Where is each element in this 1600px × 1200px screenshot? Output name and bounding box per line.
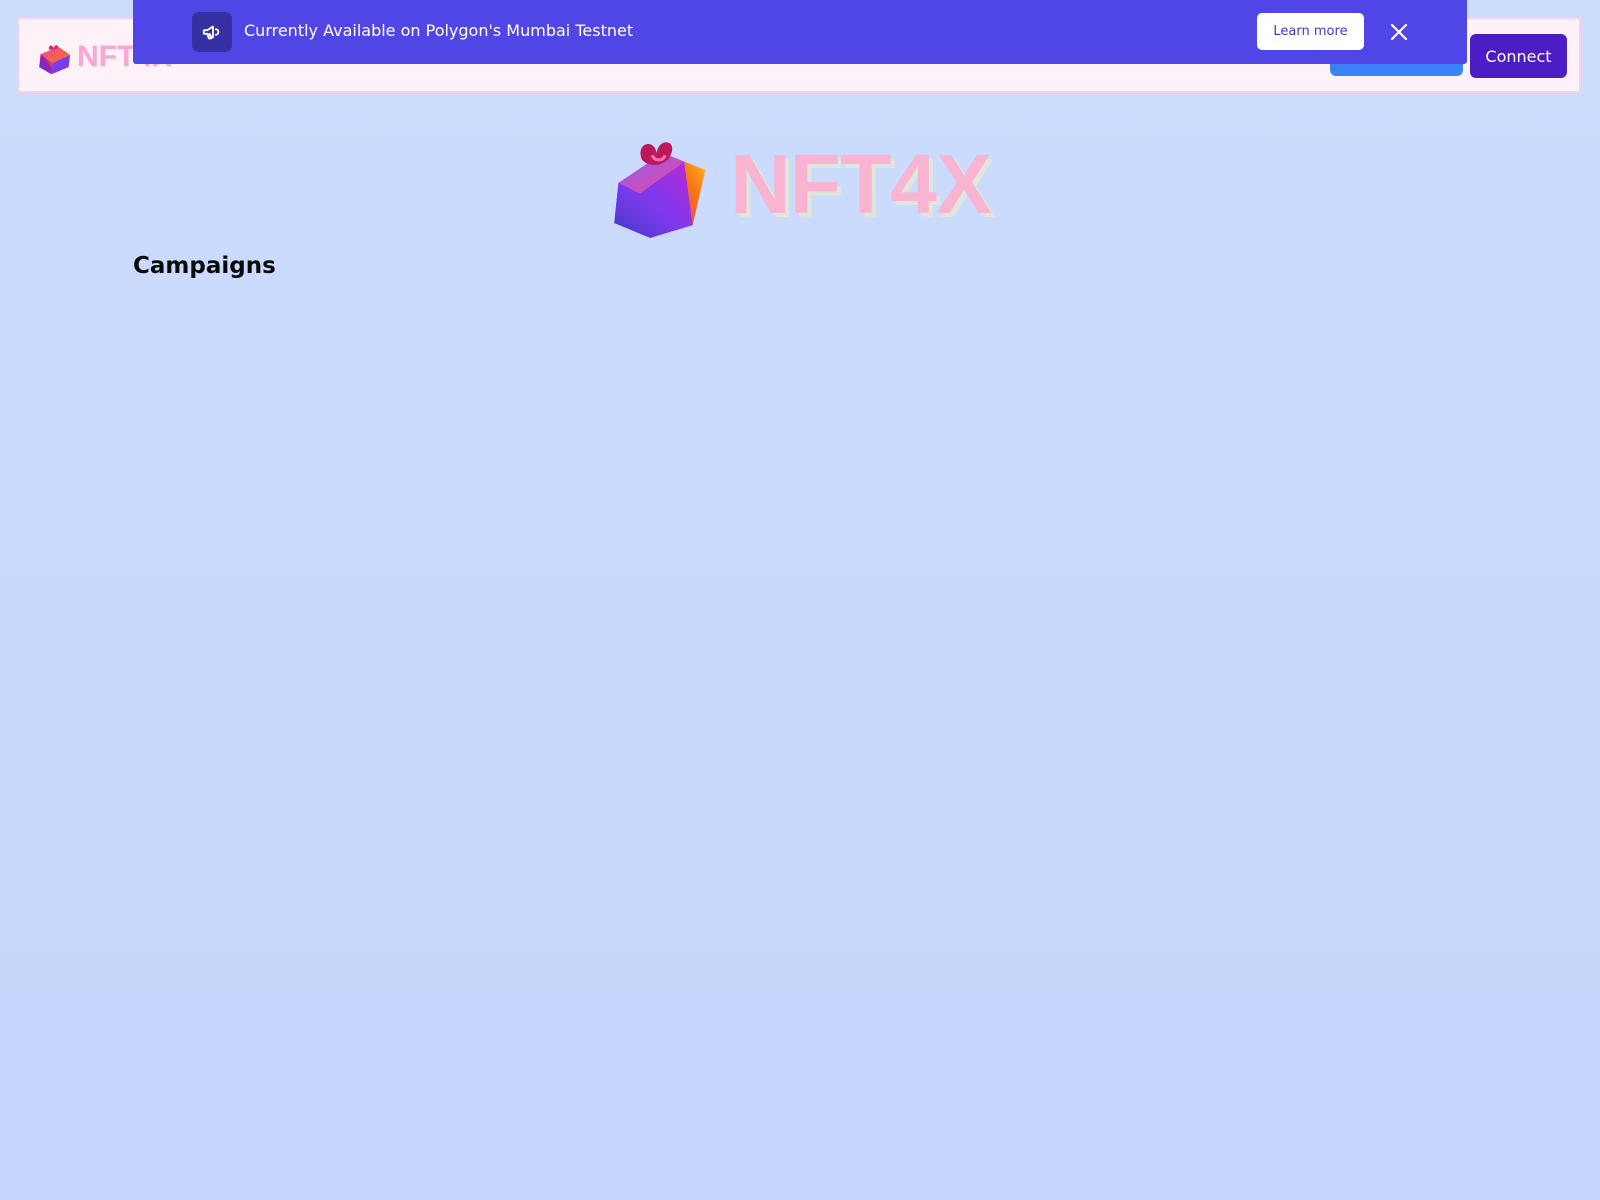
learn-more-button[interactable]: Learn more xyxy=(1257,13,1364,50)
connect-button[interactable]: Connect xyxy=(1470,34,1567,78)
gift-box-icon xyxy=(614,142,706,238)
megaphone-icon xyxy=(202,25,220,40)
gift-box-icon xyxy=(39,45,71,75)
banner-icon-box xyxy=(192,12,232,52)
close-icon xyxy=(1390,23,1408,41)
banner-close-button[interactable] xyxy=(1384,17,1414,47)
campaigns-heading: Campaigns xyxy=(133,253,276,279)
announcement-banner: Currently Available on Polygon's Mumbai … xyxy=(133,0,1467,64)
hero-logo-text: NFT4X xyxy=(730,137,992,231)
banner-message: Currently Available on Polygon's Mumbai … xyxy=(244,21,634,40)
hero-logo: NFT4X xyxy=(610,134,992,240)
